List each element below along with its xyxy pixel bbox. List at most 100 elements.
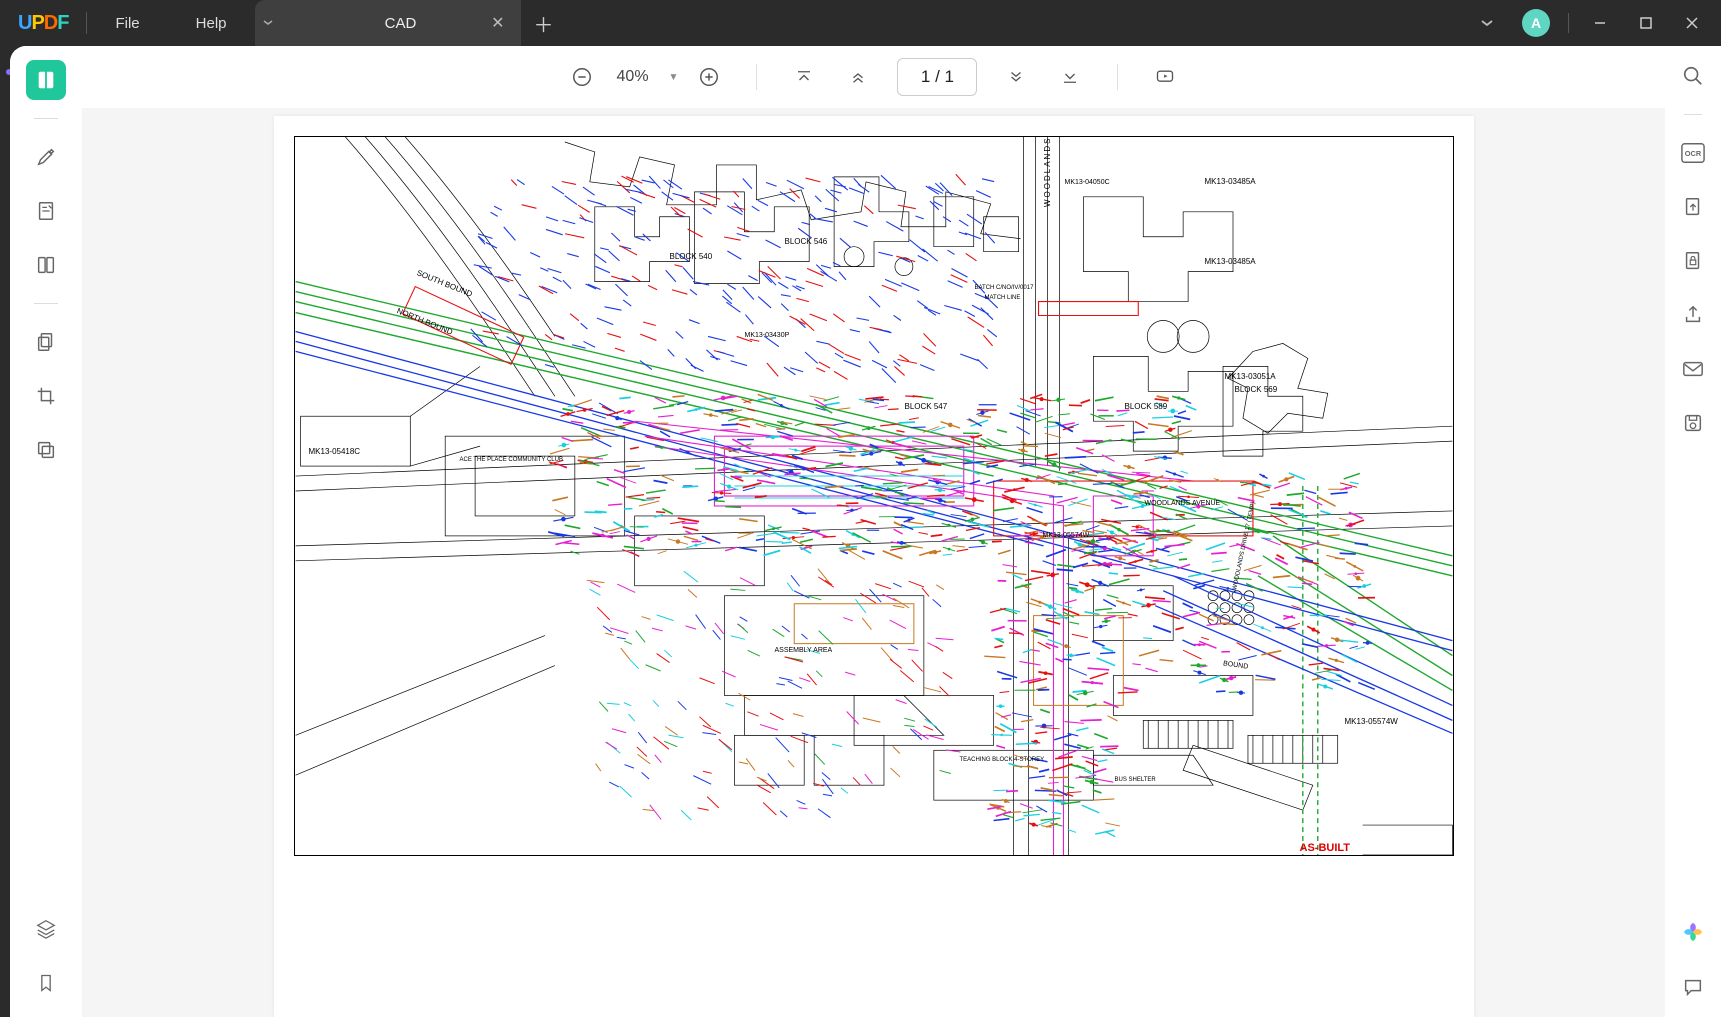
- sidebar-bookmark-button[interactable]: [26, 963, 66, 1003]
- window-controls-group: A: [1462, 0, 1721, 46]
- top-toolbar: 40% ▼ 1 / 1: [82, 46, 1665, 108]
- maximize-icon: [1640, 17, 1652, 29]
- first-page-button[interactable]: [789, 62, 819, 92]
- tab-add-button[interactable]: ＋: [521, 0, 567, 46]
- sidebar-layers-button[interactable]: [26, 909, 66, 949]
- lock-page-icon: [1682, 250, 1704, 272]
- label-mk13d: MK13-03051A: [1225, 372, 1276, 381]
- highlighter-icon: [35, 146, 57, 168]
- next-page-button[interactable]: [1001, 62, 1031, 92]
- menu-file[interactable]: File: [87, 0, 167, 46]
- sidebar-fill-sign-button[interactable]: [26, 322, 66, 362]
- zoom-in-button[interactable]: [694, 62, 724, 92]
- email-button[interactable]: [1677, 353, 1709, 385]
- toolbar-separator: [1117, 64, 1118, 90]
- search-icon: [1682, 65, 1704, 87]
- crop-icon: [35, 385, 57, 407]
- label-block569: BLOCK 569: [1235, 385, 1278, 394]
- window-close-button[interactable]: [1669, 0, 1715, 46]
- search-button[interactable]: [1677, 60, 1709, 92]
- close-icon: [1686, 17, 1698, 29]
- plus-circle-icon: [698, 66, 720, 88]
- label-mk13g: MK13-04050C: [1065, 179, 1110, 186]
- bookmark-icon: [36, 972, 56, 994]
- label-mk13e: MK13-05574W: [1043, 532, 1090, 539]
- user-avatar[interactable]: A: [1522, 9, 1550, 37]
- chevron-down-icon: [1480, 19, 1494, 27]
- sidebar-crop-button[interactable]: [26, 376, 66, 416]
- sidebar-separator: [1684, 114, 1702, 115]
- chevron-down-icon: [263, 20, 273, 26]
- label-mk13f: MK13-05574W: [1345, 717, 1398, 726]
- left-sidebar: [10, 46, 82, 1017]
- sidebar-edit-button[interactable]: [26, 191, 66, 231]
- share-icon: [1682, 304, 1704, 326]
- label-block546: BLOCK 546: [785, 237, 828, 246]
- cad-drawing: SOUTH BOUND NORTH BOUND BLOCK 540 BLOCK …: [294, 136, 1454, 856]
- zoom-value: 40%: [613, 68, 653, 86]
- last-page-button[interactable]: [1055, 62, 1085, 92]
- label-batch1: BATCH C/NO/IV/0017: [975, 285, 1034, 291]
- label-bus-shelter: BUS SHELTER: [1115, 777, 1156, 783]
- save-button[interactable]: [1677, 407, 1709, 439]
- title-bar: UPDF File Help CAD ✕ ＋ A: [0, 0, 1721, 46]
- sidebar-separator: [34, 303, 58, 304]
- feedback-button[interactable]: [1677, 971, 1709, 1003]
- presentation-icon: [1154, 67, 1176, 87]
- presentation-button[interactable]: [1150, 62, 1180, 92]
- label-ace-place: ACE THE PLACE COMMUNITY CLUB: [460, 457, 563, 463]
- label-assembly: ASSEMBLY AREA: [775, 647, 833, 654]
- tab-close-button[interactable]: ✕: [491, 13, 504, 33]
- label-mk13b: MK13-03485A: [1205, 257, 1256, 266]
- document-viewport[interactable]: SOUTH BOUND NORTH BOUND BLOCK 540 BLOCK …: [82, 108, 1665, 1017]
- share-button[interactable]: [1677, 299, 1709, 331]
- convert-button[interactable]: [1677, 191, 1709, 223]
- document-page: SOUTH BOUND NORTH BOUND BLOCK 540 BLOCK …: [274, 116, 1474, 1017]
- label-woodlands-rd: WOODLANDS: [1043, 137, 1052, 207]
- book-icon: [35, 69, 57, 91]
- mail-icon: [1682, 359, 1704, 379]
- label-mk13h: MK13-03430P: [745, 332, 790, 339]
- ai-flower-icon: [1680, 919, 1706, 945]
- chevron-bottom-icon: [1061, 68, 1079, 86]
- sidebar-reader-button[interactable]: [26, 60, 66, 100]
- page-number-input[interactable]: 1 / 1: [897, 58, 977, 96]
- center-content: 40% ▼ 1 / 1: [82, 46, 1665, 1017]
- menu-help[interactable]: Help: [168, 0, 255, 46]
- label-woodlands-ave: WOODLANDS AVENUE: [1145, 500, 1221, 507]
- window-maximize-button[interactable]: [1623, 0, 1669, 46]
- minus-circle-icon: [571, 66, 593, 88]
- ai-assistant-button[interactable]: [1676, 915, 1710, 949]
- tab-active[interactable]: CAD ✕: [281, 0, 521, 46]
- sidebar-organize-button[interactable]: [26, 245, 66, 285]
- chevron-down-double-icon: [1007, 68, 1025, 86]
- title-dropdown-button[interactable]: [1462, 14, 1512, 32]
- svg-text:OCR: OCR: [1685, 149, 1702, 158]
- label-match1: MATCH LINE: [985, 295, 1021, 301]
- cad-svg: [295, 137, 1453, 855]
- convert-icon: [1682, 196, 1704, 218]
- app-logo: UPDF: [0, 0, 86, 46]
- prev-page-button[interactable]: [843, 62, 873, 92]
- toolbar-separator: [756, 64, 757, 90]
- ocr-button[interactable]: OCR: [1677, 137, 1709, 169]
- sidebar-compare-button[interactable]: [26, 430, 66, 470]
- label-block540: BLOCK 540: [670, 252, 713, 261]
- tab-title: CAD: [385, 15, 417, 32]
- zoom-group: 40% ▼: [567, 62, 725, 92]
- pages-icon: [35, 254, 57, 276]
- protect-button[interactable]: [1677, 245, 1709, 277]
- label-as-built: AS-BUILT: [1300, 842, 1351, 854]
- sidebar-separator: [34, 118, 58, 119]
- zoom-out-button[interactable]: [567, 62, 597, 92]
- label-teaching-block: TEACHING BLOCK 4-STOREY: [960, 757, 1045, 763]
- window-minimize-button[interactable]: [1577, 0, 1623, 46]
- sidebar-highlight-button[interactable]: [26, 137, 66, 177]
- zoom-dropdown[interactable]: ▼: [669, 72, 679, 83]
- label-block589: BLOCK 589: [1125, 402, 1168, 411]
- save-icon: [1682, 412, 1704, 434]
- chevron-up-double-icon: [849, 68, 867, 86]
- stack-icon: [35, 439, 57, 461]
- tab-dropdown[interactable]: [255, 0, 281, 46]
- label-block547: BLOCK 547: [905, 402, 948, 411]
